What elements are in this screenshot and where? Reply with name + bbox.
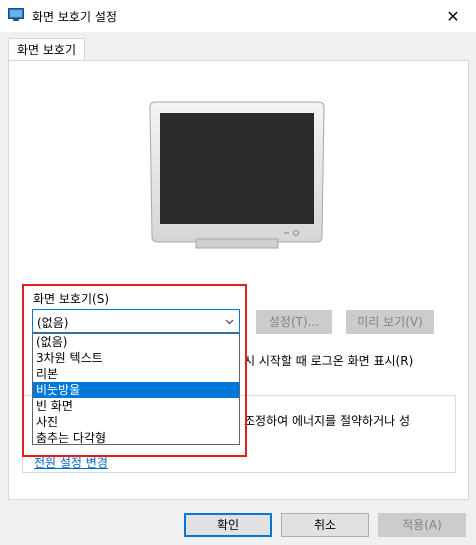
preview-button[interactable]: 미리 보기(V): [346, 310, 434, 334]
cancel-button[interactable]: 취소: [281, 513, 369, 537]
logon-checkbox-label: 시 시작할 때 로그온 화면 표시(R): [244, 354, 414, 368]
window-title: 화면 보호기 설정: [32, 10, 117, 24]
power-description: 조정하여 에너지를 절약하거나 성: [244, 414, 411, 428]
screensaver-app-icon: [8, 8, 24, 21]
close-button[interactable]: ✕: [430, 0, 476, 32]
ok-button[interactable]: 확인: [184, 513, 272, 537]
close-icon: ✕: [446, 6, 460, 26]
title-bar: 화면 보호기 설정 ✕: [0, 0, 476, 32]
tab-screensaver[interactable]: 화면 보호기: [8, 38, 86, 61]
highlight-annotation-box: [22, 284, 247, 457]
monitor-preview-icon: [149, 101, 325, 249]
settings-button[interactable]: 설정(T)...: [256, 310, 332, 334]
apply-button[interactable]: 적용(A): [378, 513, 466, 537]
